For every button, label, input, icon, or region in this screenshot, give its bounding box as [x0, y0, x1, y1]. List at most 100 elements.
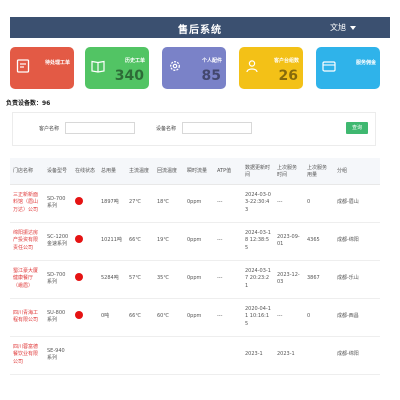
column-header: 设备型号 [44, 158, 72, 185]
device-count: 负责设备数：96 [6, 100, 51, 107]
last-service-usage: 4365 [304, 222, 334, 261]
card-label: 客户台组数 [273, 58, 299, 64]
update-time: 2024-03-03-22:30:43 [242, 184, 274, 223]
atp-value: --- [214, 298, 242, 337]
update-time: 2023-1 [242, 336, 274, 375]
total-usage [98, 336, 126, 375]
atp-value: --- [214, 184, 242, 223]
book-icon [91, 60, 105, 73]
device-model: SD-700系列 [44, 260, 72, 299]
total-usage: 0吨 [98, 298, 126, 337]
person-icon [246, 60, 258, 73]
column-header: 分组 [334, 158, 380, 185]
table-row[interactable]: 三正新新面料馆（眉山万达）公司 SD-700系列 1897吨 27℃ 18℃ 0… [10, 184, 380, 223]
store-name-link[interactable]: 四川蓉富德餐饮业有限公司 [10, 336, 44, 375]
column-header: 主流温度 [126, 158, 154, 185]
atp-value: --- [214, 222, 242, 261]
table-header-row: 门店名称 设备型号 在线状态 总用量 主流温度 回流温度 瞬时流量 ATP值 数… [10, 158, 380, 185]
update-time: 2020-04-11 10:16:15 [242, 298, 274, 337]
total-usage: 5284吨 [98, 260, 126, 299]
card-value: 26 [278, 68, 298, 84]
column-header: ATP值 [214, 158, 242, 185]
store-name-link[interactable]: 四川青海工程有限公司 [10, 298, 44, 337]
table-row[interactable]: 蜀江豪大厦健康餐厅（峨眉） SD-700系列 5284吨 57℃ 35℃ 0pp… [10, 260, 380, 299]
customer-name-input[interactable] [65, 122, 135, 134]
document-icon [16, 59, 30, 73]
user-menu[interactable]: 文旭 [330, 22, 356, 33]
column-header: 上次服务用量 [304, 158, 334, 185]
group: 成都-眉山 [334, 184, 380, 223]
return-temperature: 18℃ [154, 184, 184, 223]
return-temperature [154, 336, 184, 375]
last-service-time: 2023-12-03 [274, 260, 304, 299]
main-temperature: 66℃ [126, 298, 154, 337]
offline-status-dot-icon [75, 197, 83, 206]
device-model: SD-700系列 [44, 184, 72, 223]
column-header: 在线状态 [72, 158, 98, 185]
column-header: 回流温度 [154, 158, 184, 185]
group: 成都-绵阳 [334, 336, 380, 375]
query-button[interactable]: 查询 [346, 122, 368, 134]
last-service-usage [304, 336, 334, 375]
card-customer-groups[interactable]: 客户台组数 26 [239, 47, 303, 89]
card-pending-orders[interactable]: 待处理工单 [10, 47, 74, 89]
store-name-link[interactable]: 三正新新面料馆（眉山万达）公司 [10, 184, 44, 223]
group: 成都-西昌 [334, 298, 380, 337]
last-service-time: 2023-1 [274, 336, 304, 375]
card-label: 服务佣金 [355, 60, 376, 66]
return-temperature: 35℃ [154, 260, 184, 299]
main-temperature [126, 336, 154, 375]
device-table: 门店名称 设备型号 在线状态 总用量 主流温度 回流温度 瞬时流量 ATP值 数… [10, 158, 380, 375]
top-navigation-bar: 售后系统 文旭 [10, 17, 390, 38]
column-header: 瞬时流量 [184, 158, 214, 185]
last-service-time: --- [274, 184, 304, 223]
column-header: 上次服务时间 [274, 158, 304, 185]
offline-status-dot-icon [75, 311, 83, 320]
offline-status-dot-icon [75, 273, 83, 282]
total-usage: 10211吨 [98, 222, 126, 261]
online-status [72, 336, 98, 375]
online-status [72, 260, 98, 299]
group: 成都-绵阳 [334, 222, 380, 261]
filter-panel: 客户名称 设备名称 查询 [12, 112, 376, 146]
card-label: 历史工单 [124, 58, 145, 64]
last-service-usage: 0 [304, 298, 334, 337]
device-table-container[interactable]: 门店名称 设备型号 在线状态 总用量 主流温度 回流温度 瞬时流量 ATP值 数… [10, 158, 380, 400]
main-temperature: 27℃ [126, 184, 154, 223]
customer-name-label: 客户名称 [39, 126, 60, 132]
last-service-usage: 3867 [304, 260, 334, 299]
total-usage: 1897吨 [98, 184, 126, 223]
table-row[interactable]: 绵阳振达房产投资有限责任公司 SC-1200金速系列 10211吨 66℃ 19… [10, 222, 380, 261]
card-label: 待处理工单 [44, 60, 70, 66]
last-service-usage: 0 [304, 184, 334, 223]
column-header: 门店名称 [10, 158, 44, 185]
instant-flow: 0ppm [184, 298, 214, 337]
return-temperature: 19℃ [154, 222, 184, 261]
device-model: SE-940系列 [44, 336, 72, 375]
column-header: 总用量 [98, 158, 126, 185]
card-label: 个人配件 [201, 58, 222, 64]
device-model: SU-800系列 [44, 298, 72, 337]
instant-flow [184, 336, 214, 375]
chevron-down-icon [350, 25, 356, 30]
card-service-commission[interactable]: 服务佣金 [316, 47, 380, 89]
store-name-link[interactable]: 绵阳振达房产投资有限责任公司 [10, 222, 44, 261]
group: 成都-乐山 [334, 260, 380, 299]
instant-flow: 0ppm [184, 184, 214, 223]
return-temperature: 60℃ [154, 298, 184, 337]
user-name: 文旭 [330, 23, 346, 32]
online-status [72, 184, 98, 223]
card-history-orders[interactable]: 历史工单 340 [85, 47, 149, 89]
device-name-label: 设备名称 [156, 126, 177, 132]
update-time: 2024-03-18 12:38:55 [242, 222, 274, 261]
device-model: SC-1200金速系列 [44, 222, 72, 261]
table-row[interactable]: 四川青海工程有限公司 SU-800系列 0吨 66℃ 60℃ 0ppm --- … [10, 298, 380, 337]
store-name-link[interactable]: 蜀江豪大厦健康餐厅（峨眉） [10, 260, 44, 299]
online-status [72, 298, 98, 337]
table-row[interactable]: 四川蓉富德餐饮业有限公司 SE-940系列 2023-1 2023-1 成都-绵… [10, 336, 380, 375]
device-name-input[interactable] [182, 122, 252, 134]
main-temperature: 66℃ [126, 222, 154, 261]
card-personal-parts[interactable]: 个人配件 85 [162, 47, 226, 89]
atp-value [214, 336, 242, 375]
column-header: 数据更新时间 [242, 158, 274, 185]
